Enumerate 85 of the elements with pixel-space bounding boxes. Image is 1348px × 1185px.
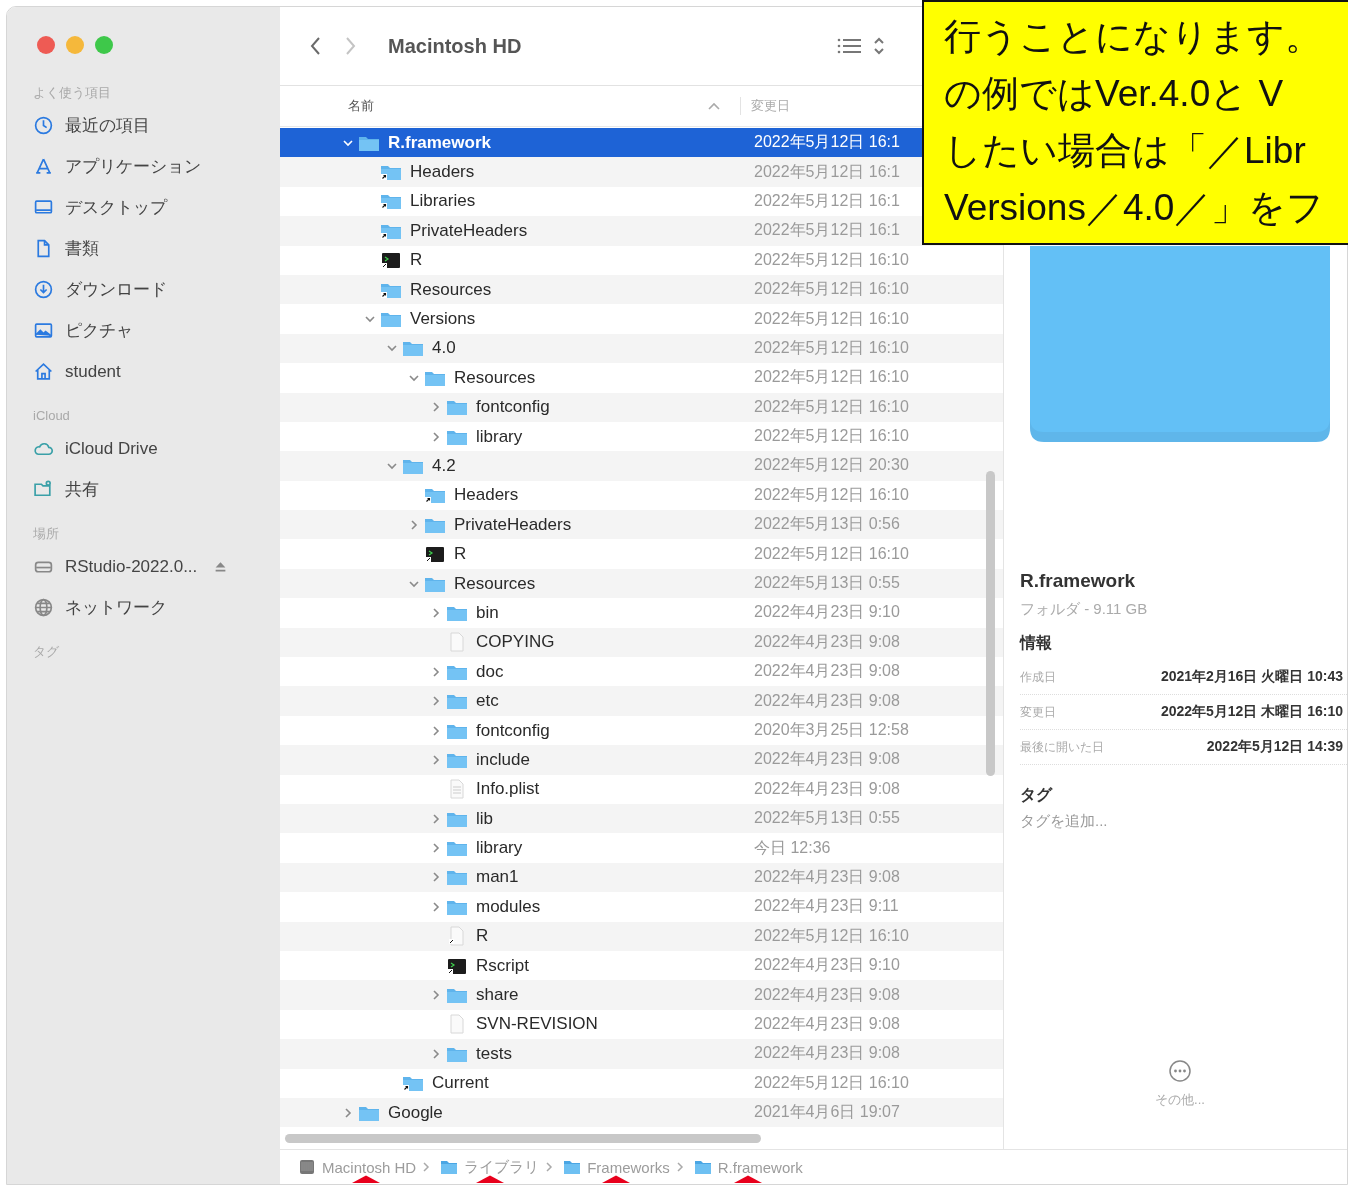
file-name: Rscript (476, 955, 529, 976)
modified-date: 2022年4月23日 9:08 (754, 661, 900, 682)
file-name: PrivateHeaders (410, 220, 528, 241)
file-name: R.framework (388, 132, 491, 153)
file-name: fontconfig (476, 720, 550, 741)
modified-date: 2022年5月13日 0:55 (754, 573, 900, 594)
modified-date: 2020年3月25日 12:58 (754, 720, 909, 740)
file-name: Google (388, 1102, 443, 1123)
file-name: library (476, 838, 523, 859)
file-name: Resources (410, 279, 492, 300)
modified-date: 2021年4月6日 19:07 (754, 1102, 900, 1123)
section-title: 情報 (1020, 633, 1053, 653)
field-value: 2022年5月12日 木曜日 16:10 (1160, 703, 1343, 721)
file-name: R (454, 544, 467, 565)
file-name: 4.2 (432, 456, 456, 476)
file-name: SVN-REVISION (476, 1014, 598, 1035)
file-name: R (410, 250, 423, 271)
file-kind-size: フォルダ - 9.11 GB (1020, 600, 1149, 619)
modified-date: 2022年5月12日 16:1 (754, 220, 900, 241)
field-label: 最後に開いた日 (1020, 738, 1104, 756)
file-title: R.framework (1020, 570, 1137, 592)
file-name: Headers (454, 485, 519, 506)
modified-date: 2022年4月23日 9:08 (754, 1043, 900, 1064)
modified-date: 2022年5月12日 16:10 (754, 308, 909, 329)
file-name: Headers (410, 162, 475, 183)
file-name: Info.plist (476, 779, 540, 800)
file-name: lib (476, 808, 493, 829)
modified-date: 2022年4月23日 9:11 (754, 896, 899, 917)
file-name: etc (476, 691, 499, 712)
modified-date: 2022年5月12日 16:10 (754, 367, 909, 388)
file-name: library (476, 426, 523, 447)
sidebar-section-title: 場所 (33, 525, 60, 543)
file-name: R (476, 926, 489, 947)
modified-date: 2022年4月23日 9:08 (754, 866, 900, 887)
file-name: fontconfig (476, 397, 550, 418)
modified-date: 2022年5月12日 16:10 (754, 543, 909, 564)
file-name: doc (476, 661, 504, 682)
modified-date: 2022年5月12日 16:10 (754, 426, 909, 447)
modified-date: 2022年5月12日 20:30 (754, 455, 909, 476)
modified-date: 2022年4月23日 9:08 (754, 984, 900, 1005)
field-label: 変更日 (1020, 703, 1056, 721)
modified-date: 2022年5月12日 16:1 (754, 132, 900, 153)
callout-text: 行うことになります。 (944, 15, 1323, 59)
modified-date: 2022年4月23日 9:08 (754, 631, 900, 652)
file-name: Current (432, 1073, 489, 1094)
sidebar-section-title: よく使う項目 (33, 84, 112, 102)
modified-date: 2022年5月12日 16:10 (754, 279, 909, 300)
section-title: タグ (1020, 785, 1054, 805)
sidebar-section-title: iCloud (33, 407, 71, 425)
file-name: modules (476, 896, 541, 917)
field-value: 2021年2月16日 火曜日 10:43 (1160, 668, 1343, 686)
modified-date: 2022年5月12日 16:10 (754, 249, 909, 270)
file-name: Versions (410, 309, 476, 330)
field-value: 2022年5月12日 14:39 (1206, 738, 1343, 756)
modified-date: 2022年4月23日 9:08 (754, 749, 900, 770)
modified-date: 2022年5月12日 16:10 (754, 396, 909, 417)
file-name: include (476, 749, 530, 770)
modified-date: 2022年5月12日 16:10 (754, 1072, 909, 1093)
window-title: Macintosh HD (388, 34, 523, 58)
modified-date: 2022年4月23日 9:08 (754, 690, 900, 711)
modified-date: 2022年4月23日 9:10 (754, 955, 900, 976)
file-name: Libraries (410, 191, 476, 212)
file-name: PrivateHeaders (454, 514, 572, 535)
file-name: Resources (454, 367, 536, 388)
modified-date: 2022年5月12日 16:10 (754, 925, 909, 946)
file-name: bin (476, 602, 499, 623)
modified-date: 2022年5月13日 0:56 (754, 514, 900, 535)
file-name: COPYING (476, 632, 555, 653)
sidebar-section-title: タグ (33, 643, 60, 661)
modified-date: 2022年5月12日 16:1 (754, 161, 900, 182)
modified-date: 2022年5月13日 0:55 (754, 808, 900, 829)
modified-date: 2022年5月12日 16:10 (754, 337, 909, 358)
file-name: share (476, 985, 519, 1005)
file-name: tests (476, 1043, 512, 1064)
modified-date: 2022年5月12日 16:1 (754, 190, 900, 211)
file-name: 4.0 (432, 338, 456, 359)
file-name: man1 (476, 867, 519, 888)
modified-date: 2022年5月12日 16:10 (754, 484, 909, 505)
modified-date: 2022年4月23日 9:08 (754, 778, 900, 799)
callout-text: の例ではVer.4.0と V (944, 72, 1285, 116)
field-label: 作成日 (1020, 668, 1056, 686)
modified-date: 2022年4月23日 9:10 (754, 602, 900, 623)
modified-date: 2022年4月23日 9:08 (754, 1013, 900, 1034)
modified-date: 今日 12:36 (754, 837, 831, 858)
file-name: Resources (454, 573, 536, 594)
